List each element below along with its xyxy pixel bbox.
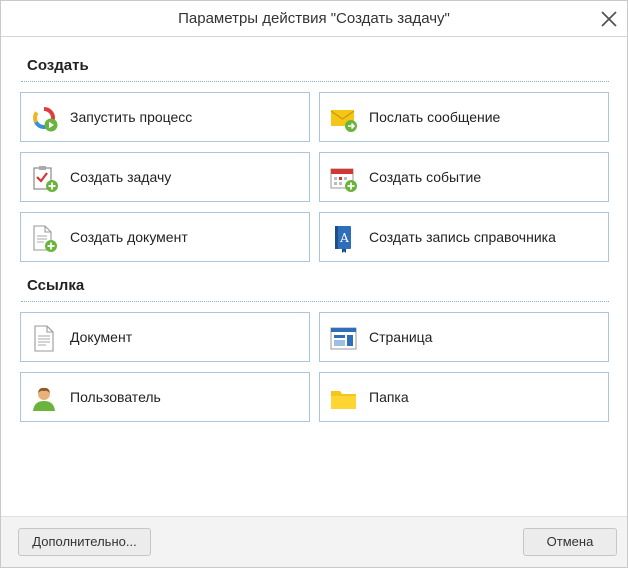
message-icon bbox=[330, 110, 357, 132]
user-icon bbox=[33, 387, 55, 411]
calendar-event-icon bbox=[330, 168, 357, 192]
directory-book-icon: A bbox=[335, 226, 351, 253]
page-icon bbox=[330, 327, 357, 350]
tile-label: Послать сообщение bbox=[369, 109, 501, 125]
action-parameters-dialog: Параметры действия "Создать задачу" Созд… bbox=[0, 0, 628, 568]
tile-label: Запустить процесс bbox=[70, 109, 193, 125]
tile-link-document[interactable]: Документ bbox=[20, 312, 310, 362]
svg-text:A: A bbox=[339, 231, 349, 245]
document-icon bbox=[34, 325, 54, 352]
tile-label: Создать задачу bbox=[70, 169, 172, 185]
folder-icon bbox=[331, 391, 356, 409]
tile-create-task[interactable]: Создать задачу bbox=[20, 152, 310, 202]
tile-label: Создать документ bbox=[70, 229, 188, 245]
section-title-link: Ссылка bbox=[27, 277, 85, 294]
task-icon bbox=[33, 166, 58, 192]
tile-label: Создать запись справочника bbox=[369, 229, 556, 245]
document-add-icon bbox=[33, 225, 57, 252]
process-icon bbox=[33, 107, 58, 132]
close-icon bbox=[601, 11, 617, 27]
tile-label: Создать событие bbox=[369, 169, 482, 185]
section-divider-create bbox=[21, 81, 609, 82]
tile-start-process[interactable]: Запустить процесс bbox=[20, 92, 310, 142]
dialog-title: Параметры действия "Создать задачу" bbox=[178, 10, 450, 27]
dialog-footer: Дополнительно... Отмена bbox=[1, 516, 627, 567]
section-title-create: Создать bbox=[27, 57, 89, 74]
cancel-button[interactable]: Отмена bbox=[523, 528, 617, 556]
tile-link-user[interactable]: Пользователь bbox=[20, 372, 310, 422]
tile-send-message[interactable]: Послать сообщение bbox=[319, 92, 609, 142]
tile-label: Документ bbox=[70, 329, 133, 345]
tile-label: Пользователь bbox=[70, 389, 161, 405]
tile-link-folder[interactable]: Папка bbox=[319, 372, 609, 422]
more-button[interactable]: Дополнительно... bbox=[18, 528, 151, 556]
dialog-titlebar: Параметры действия "Создать задачу" bbox=[1, 1, 627, 37]
tile-create-document[interactable]: Создать документ bbox=[20, 212, 310, 262]
tile-create-event[interactable]: Создать событие bbox=[319, 152, 609, 202]
close-button[interactable] bbox=[597, 7, 621, 31]
tile-create-directory-record[interactable]: A Создать запись справочника bbox=[319, 212, 609, 262]
section-divider-link bbox=[21, 301, 609, 302]
tile-label: Папка bbox=[369, 389, 409, 405]
tile-link-page[interactable]: Страница bbox=[319, 312, 609, 362]
tile-label: Страница bbox=[369, 329, 433, 345]
